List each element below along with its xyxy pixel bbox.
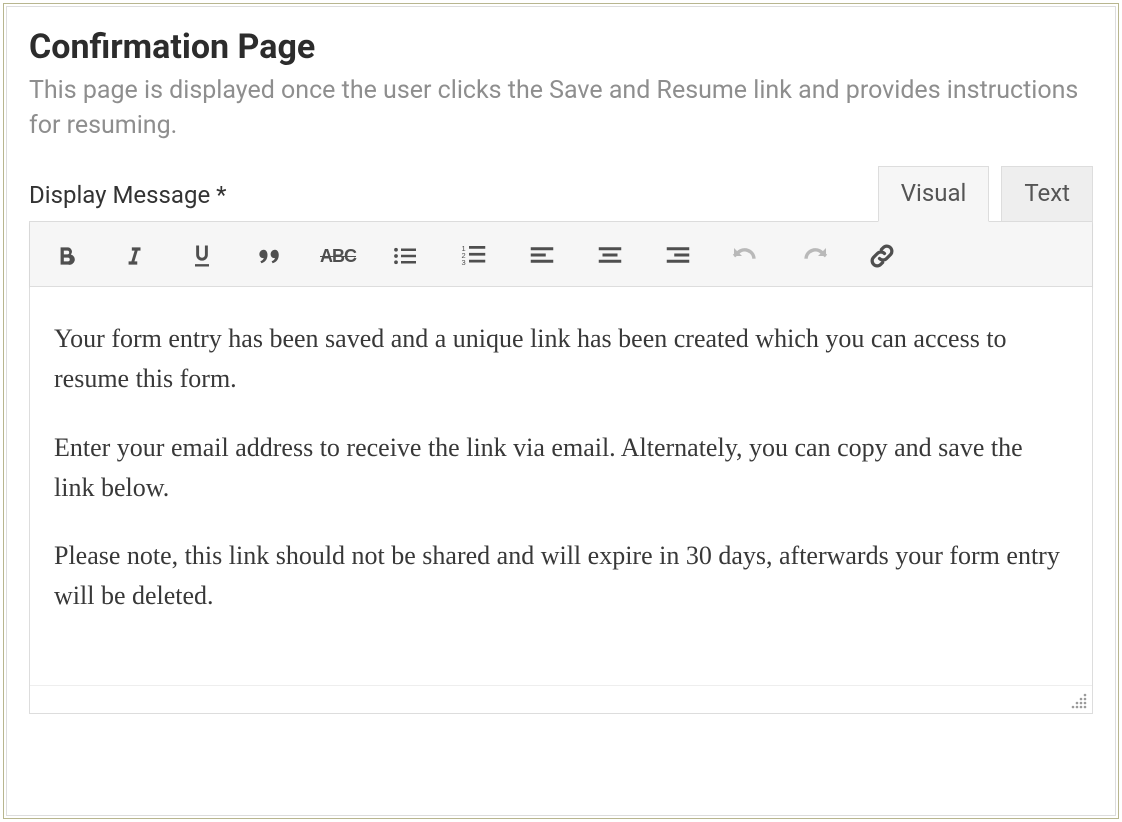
editor-content-area[interactable]: Your form entry has been saved and a uni… xyxy=(30,287,1092,685)
align-right-button[interactable] xyxy=(658,236,698,276)
quote-icon xyxy=(255,241,285,271)
editor-mode-tabs: Visual Text xyxy=(878,165,1093,221)
undo-icon xyxy=(730,240,762,272)
link-button[interactable] xyxy=(862,236,902,276)
tab-text[interactable]: Text xyxy=(1001,166,1093,222)
redo-icon xyxy=(798,240,830,272)
redo-button[interactable] xyxy=(794,236,834,276)
italic-icon xyxy=(121,243,147,269)
settings-panel: Confirmation Page This page is displayed… xyxy=(6,6,1116,816)
underline-button[interactable] xyxy=(182,236,222,276)
editor-status-bar xyxy=(30,685,1092,713)
align-left-button[interactable] xyxy=(522,236,562,276)
content-paragraph: Enter your email address to receive the … xyxy=(54,428,1068,509)
bullet-list-icon xyxy=(391,241,421,271)
strikethrough-button[interactable]: ABC xyxy=(318,236,358,276)
underline-icon xyxy=(188,242,216,270)
field-header-row: Display Message * Visual Text xyxy=(29,165,1093,221)
align-center-button[interactable] xyxy=(590,236,630,276)
page-title: Confirmation Page xyxy=(29,27,1093,67)
bullet-list-button[interactable] xyxy=(386,236,426,276)
content-paragraph: Your form entry has been saved and a uni… xyxy=(54,319,1068,400)
bold-icon xyxy=(53,243,79,269)
align-right-icon xyxy=(663,241,693,271)
svg-text:3: 3 xyxy=(462,258,466,267)
outer-frame: Confirmation Page This page is displayed… xyxy=(3,3,1119,819)
italic-button[interactable] xyxy=(114,236,154,276)
tab-visual[interactable]: Visual xyxy=(878,166,990,222)
align-left-icon xyxy=(527,241,557,271)
page-description: This page is displayed once the user cli… xyxy=(29,73,1093,143)
numbered-list-button[interactable]: 123 xyxy=(454,236,494,276)
strikethrough-icon: ABC xyxy=(320,246,356,267)
undo-button[interactable] xyxy=(726,236,766,276)
resize-handle[interactable] xyxy=(1070,692,1088,710)
link-icon xyxy=(867,241,897,271)
blockquote-button[interactable] xyxy=(250,236,290,276)
content-paragraph: Please note, this link should not be sha… xyxy=(54,536,1068,617)
display-message-label: Display Message * xyxy=(29,181,226,221)
editor-toolbar: ABC 123 xyxy=(30,222,1092,287)
numbered-list-icon: 123 xyxy=(459,241,489,271)
bold-button[interactable] xyxy=(46,236,86,276)
rich-text-editor: ABC 123 xyxy=(29,221,1093,714)
align-center-icon xyxy=(595,241,625,271)
